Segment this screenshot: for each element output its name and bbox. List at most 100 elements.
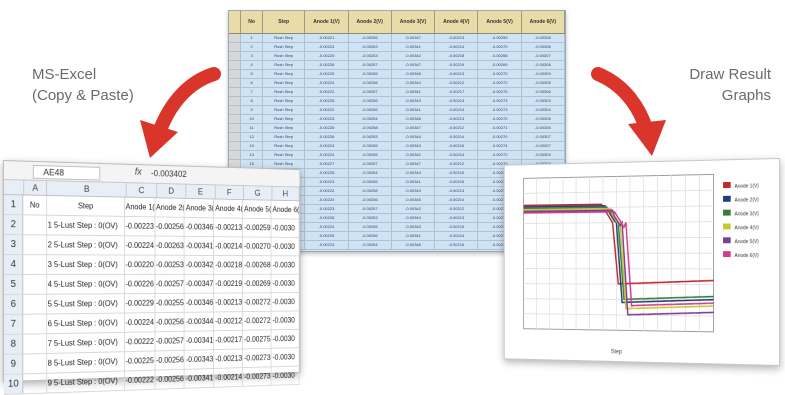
- row-selector[interactable]: [229, 52, 241, 60]
- excel-cell[interactable]: -0.00257: [155, 275, 185, 293]
- result-table-col-header[interactable]: Step: [263, 11, 305, 33]
- excel-row-number[interactable]: 6: [4, 295, 24, 314]
- excel-cell[interactable]: -0.0030: [272, 293, 300, 311]
- excel-column-header[interactable]: B: [47, 181, 127, 197]
- excel-cell[interactable]: -0.0030: [272, 330, 300, 348]
- excel-cell[interactable]: Anode 6(V): [272, 201, 300, 219]
- excel-cell[interactable]: 6 5-Lust Step : 0(OV): [47, 314, 125, 334]
- excel-cell[interactable]: -0.00343: [185, 350, 214, 369]
- table-row[interactable]: 9Rush Step-0.00222-0.00256-0.00341-0.002…: [229, 106, 565, 115]
- excel-cell[interactable]: Anode 1(V): [125, 198, 155, 217]
- excel-cell[interactable]: -0.00273: [243, 349, 271, 367]
- excel-cell[interactable]: -0.00256: [155, 351, 185, 370]
- excel-cell[interactable]: -0.00226: [125, 275, 155, 293]
- excel-cell[interactable]: Anode 5(V): [243, 200, 271, 218]
- excel-cell[interactable]: -0.00269: [243, 275, 271, 293]
- excel-cell[interactable]: -0.00272: [243, 293, 271, 311]
- excel-cell[interactable]: -0.003462: [185, 218, 214, 236]
- excel-cell[interactable]: -0.0030: [272, 366, 300, 384]
- row-selector[interactable]: [229, 97, 241, 105]
- excel-cell[interactable]: -0.00344: [185, 312, 214, 330]
- excel-cell[interactable]: -0.00253: [155, 256, 185, 274]
- table-row[interactable]: 8Rush Step-0.00225-0.00256-0.00343-0.002…: [229, 97, 565, 106]
- table-row[interactable]: 5Rush Step-0.00229-0.00255-0.00346-0.002…: [229, 70, 565, 79]
- excel-cell[interactable]: -0.00347: [185, 275, 214, 293]
- excel-cell[interactable]: -0.00263: [155, 237, 185, 255]
- excel-cell[interactable]: -0.00273: [243, 367, 271, 386]
- result-table-col-header[interactable]: Anode 5(V): [478, 11, 521, 33]
- excel-cell[interactable]: [24, 215, 47, 234]
- excel-column-header[interactable]: E: [186, 185, 215, 199]
- row-selector[interactable]: [229, 61, 241, 69]
- name-box[interactable]: AE48: [33, 165, 100, 181]
- excel-cell[interactable]: -0.00214: [214, 237, 243, 255]
- excel-row-number[interactable]: 2: [4, 215, 24, 234]
- excel-cell[interactable]: -0.00219: [214, 275, 243, 293]
- excel-row-number[interactable]: 5: [4, 275, 24, 294]
- row-selector[interactable]: [229, 43, 241, 51]
- result-table-col-header[interactable]: Anode 6(V): [522, 11, 565, 33]
- excel-cell[interactable]: No: [24, 195, 47, 214]
- excel-cell[interactable]: -0.00341: [185, 237, 214, 255]
- excel-cell[interactable]: -0.00268: [243, 256, 271, 274]
- excel-cell[interactable]: -0.00224: [125, 236, 155, 255]
- excel-cell[interactable]: [24, 374, 47, 394]
- excel-cell[interactable]: -0.00257: [155, 332, 185, 351]
- table-row[interactable]: 11Rush Step-0.00226-0.00258-0.00347-0.00…: [229, 124, 565, 133]
- excel-cell[interactable]: -0.00225: [125, 351, 155, 370]
- excel-column-header[interactable]: A: [25, 181, 47, 195]
- excel-cell[interactable]: [24, 334, 47, 353]
- excel-cell[interactable]: -0.0030: [272, 238, 300, 256]
- row-selector[interactable]: [229, 133, 241, 141]
- table-row[interactable]: 13Rush Step-0.00224-0.00255-0.00343-0.00…: [229, 142, 565, 151]
- excel-row-number[interactable]: 1: [4, 195, 24, 214]
- excel-cell[interactable]: -0.00223: [125, 217, 155, 236]
- result-table-col-header[interactable]: Anode 2(V): [349, 11, 392, 33]
- excel-row-number[interactable]: 4: [4, 255, 24, 274]
- table-row[interactable]: 14Rush Step-0.00224-0.00255-0.00342-0.00…: [229, 151, 565, 160]
- formula-input[interactable]: -0.003402: [151, 168, 187, 179]
- excel-column-header[interactable]: D: [157, 184, 187, 198]
- excel-cell[interactable]: -0.0030: [272, 348, 300, 366]
- table-row[interactable]: 7Rush Step-0.00222-0.00257-0.00341-0.002…: [229, 88, 565, 97]
- excel-cell[interactable]: -0.00270: [243, 237, 271, 255]
- excel-cell[interactable]: -0.00256: [155, 313, 185, 332]
- select-all-corner[interactable]: [4, 180, 25, 194]
- excel-cell[interactable]: 8 5-Lust Step : 0(OV): [47, 352, 125, 373]
- excel-column-header[interactable]: C: [127, 183, 157, 197]
- excel-cell[interactable]: -0.00341: [185, 331, 214, 350]
- table-row[interactable]: 4Rush Step-0.00226-0.00257-0.00347-0.002…: [229, 61, 565, 70]
- row-selector[interactable]: [229, 88, 241, 96]
- excel-cell[interactable]: [24, 295, 47, 314]
- excel-cell[interactable]: -0.00212: [214, 312, 243, 330]
- result-table-col-header[interactable]: Anode 4(V): [435, 11, 478, 33]
- row-selector[interactable]: [229, 115, 241, 123]
- row-selector[interactable]: [229, 142, 241, 150]
- excel-cell[interactable]: -0.00214: [214, 368, 243, 387]
- excel-cell[interactable]: -0.0030: [272, 256, 300, 274]
- excel-cell[interactable]: 4 5-Lust Step : 0(OV): [47, 275, 125, 294]
- excel-cell[interactable]: Step: [47, 196, 125, 216]
- row-selector[interactable]: [229, 34, 241, 42]
- excel-cell[interactable]: [24, 235, 47, 254]
- excel-column-header[interactable]: G: [244, 186, 272, 200]
- excel-cell[interactable]: -0.00224: [125, 313, 155, 332]
- excel-cell[interactable]: -0.0030: [272, 311, 300, 329]
- excel-cell[interactable]: -0.00346: [185, 294, 214, 312]
- table-row[interactable]: 6Rush Step-0.00224-0.00256-0.00344-0.002…: [229, 79, 565, 88]
- result-table-col-header[interactable]: Anode 3(V): [392, 11, 435, 33]
- excel-cell[interactable]: -0.00259: [243, 219, 271, 237]
- excel-cell[interactable]: Anode 2(V): [155, 198, 185, 217]
- excel-cell[interactable]: -0.00220: [125, 256, 155, 274]
- table-row[interactable]: 10Rush Step-0.00223-0.00254-0.00346-0.00…: [229, 115, 565, 124]
- row-selector[interactable]: [229, 106, 241, 114]
- excel-cell[interactable]: -0.00255: [155, 294, 185, 312]
- excel-cell[interactable]: 9 5-Lust Step : 0(OV): [47, 371, 125, 392]
- excel-cell[interactable]: [24, 314, 47, 333]
- excel-cell[interactable]: -0.00342: [185, 256, 214, 274]
- excel-cell[interactable]: -0.0030: [272, 275, 300, 293]
- excel-cell[interactable]: -0.002561: [155, 217, 185, 236]
- result-table-col-header[interactable]: Anode 1(V): [305, 11, 348, 33]
- excel-cell[interactable]: -0.00222: [125, 371, 155, 390]
- excel-cell[interactable]: [24, 354, 47, 373]
